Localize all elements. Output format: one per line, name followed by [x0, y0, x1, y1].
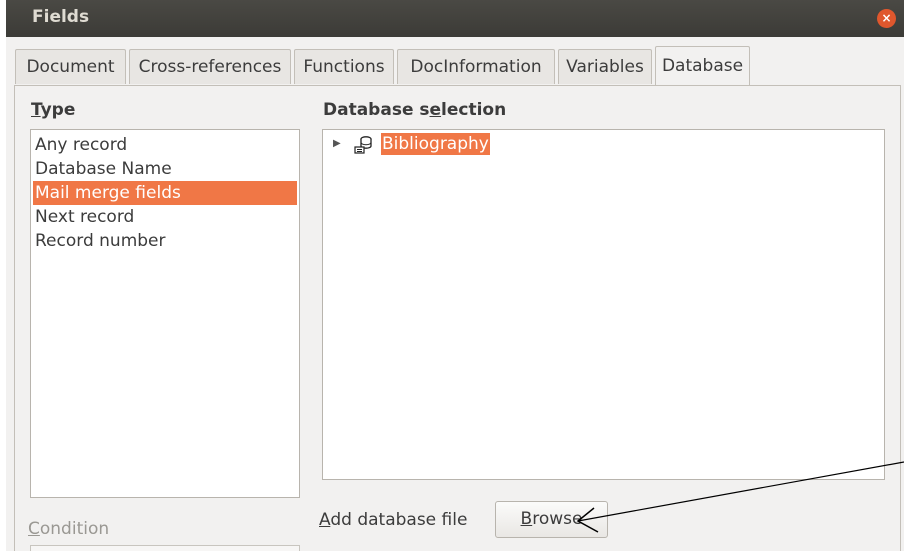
title-bar[interactable]: Fields ×: [6, 0, 904, 37]
type-item-database-name[interactable]: Database Name: [33, 157, 297, 181]
close-button[interactable]: ×: [877, 9, 896, 28]
type-item-any-record[interactable]: Any record: [33, 133, 297, 157]
add-database-file-label: Add database file: [319, 510, 468, 530]
database-icon: [354, 136, 372, 154]
expand-arrow-icon[interactable]: ▶: [333, 138, 341, 149]
tab-docinformation[interactable]: DocInformation: [397, 49, 555, 84]
fields-dialog: Fields × Document Cross-references Funct…: [6, 0, 904, 551]
tab-cross-references[interactable]: Cross-references: [129, 49, 291, 84]
tree-item-bibliography[interactable]: Bibliography: [381, 133, 490, 155]
type-listbox[interactable]: Any record Database Name Mail merge fiel…: [30, 129, 300, 498]
browse-button[interactable]: Browse: [495, 501, 608, 538]
type-item-mail-merge-fields[interactable]: Mail merge fields: [33, 181, 297, 205]
database-tree[interactable]: ▶ Bibliography: [322, 129, 885, 480]
tab-document[interactable]: Document: [15, 49, 126, 84]
condition-label: Condition: [28, 519, 110, 539]
window-title: Fields: [32, 7, 90, 27]
tab-variables[interactable]: Variables: [558, 49, 652, 84]
type-heading: Type: [31, 100, 76, 120]
tab-database[interactable]: Database: [655, 46, 750, 85]
database-selection-heading: Database selection: [323, 100, 507, 120]
type-item-record-number[interactable]: Record number: [33, 229, 297, 253]
type-item-next-record[interactable]: Next record: [33, 205, 297, 229]
condition-input[interactable]: [30, 545, 300, 551]
tab-functions[interactable]: Functions: [294, 49, 394, 84]
